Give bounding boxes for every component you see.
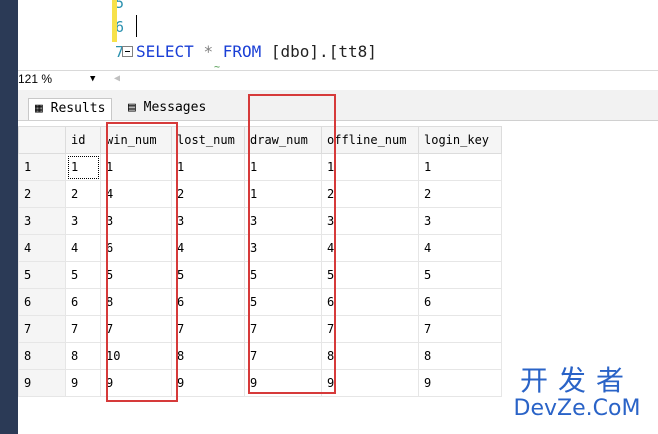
window-edge [0,0,18,434]
row-number-header[interactable] [18,126,66,154]
table-cell[interactable]: 6 [321,288,419,316]
tab-results-label: Results [50,101,106,116]
table-cell[interactable]: 5 [418,261,502,289]
table-cell[interactable]: 4 [65,234,101,262]
column-header-id[interactable]: id [65,126,101,154]
row-number-cell[interactable]: 9 [18,369,66,397]
table-cell[interactable]: 2 [418,180,502,208]
table-cell[interactable]: 5 [171,261,245,289]
sql-statement[interactable]: SELECT * FROM [dbo].[tt8] [136,42,377,61]
site-watermark: 开发者 DevZe.CoM [502,366,652,422]
editor-status-bar: 121 % ▼ ◀ [18,70,658,89]
sql-star: * [203,42,214,61]
table-cell[interactable]: 2 [65,180,101,208]
line-number: 5 [114,0,124,12]
table-cell[interactable]: 2 [171,180,245,208]
table-cell[interactable]: 1 [321,153,419,181]
row-number-cell[interactable]: 6 [18,288,66,316]
row-number-cell[interactable]: 4 [18,234,66,262]
table-cell[interactable]: 9 [418,369,502,397]
grid-icon: ▦ [35,101,43,116]
sql-keyword: FROM [222,42,262,61]
watermark-cn-text: 开发者 [519,364,634,397]
query-editor[interactable]: 5 6 7 SELECT * FROM [dbo].[tt8] ~ [18,0,658,73]
tab-messages[interactable]: ▤ Messages [122,98,212,120]
column-header-lost-num[interactable]: lost_num [171,126,245,154]
table-cell[interactable]: 8 [418,342,502,370]
table-cell[interactable]: 7 [418,315,502,343]
chevron-down-icon[interactable]: ▼ [90,74,95,84]
column-header-login-key[interactable]: login_key [418,126,502,154]
table-cell[interactable]: 6 [65,288,101,316]
tab-results[interactable]: ▦ Results [28,98,113,120]
table-cell[interactable]: 4 [171,234,245,262]
line-number: 7 [114,43,124,61]
table-cell[interactable]: 7 [65,315,101,343]
table-cell[interactable]: 3 [418,207,502,235]
row-number-cell[interactable]: 7 [18,315,66,343]
table-cell[interactable]: 3 [171,207,245,235]
table-cell[interactable]: 4 [418,234,502,262]
row-number-cell[interactable]: 8 [18,342,66,370]
table-cell[interactable]: 1 [418,153,502,181]
row-number-cell[interactable]: 5 [18,261,66,289]
table-cell[interactable]: 7 [321,315,419,343]
table-cell[interactable]: 6 [171,288,245,316]
table-cell[interactable]: 9 [321,369,419,397]
row-number-cell[interactable]: 3 [18,207,66,235]
watermark-en-text: DevZe.CoM [513,396,641,421]
table-cell[interactable]: 1 [65,153,101,181]
table-cell[interactable]: 3 [65,207,101,235]
table-cell[interactable]: 2 [321,180,419,208]
table-cell[interactable]: 8 [65,342,101,370]
scroll-left-icon[interactable]: ◀ [114,73,120,84]
table-cell[interactable]: 5 [321,261,419,289]
messages-icon: ▤ [128,100,136,115]
table-cell[interactable]: 5 [65,261,101,289]
highlight-box-draw-num [248,94,336,394]
results-tab-bar: ▦ Results ▤ Messages [18,90,658,121]
highlight-box-win-num [106,122,178,402]
table-cell[interactable]: 3 [321,207,419,235]
table-cell[interactable]: 7 [171,315,245,343]
sql-table-name: [dbo].[tt8] [270,42,377,61]
tab-messages-label: Messages [143,100,207,115]
table-cell[interactable]: 6 [418,288,502,316]
row-number-cell[interactable]: 1 [18,153,66,181]
table-cell[interactable]: 9 [65,369,101,397]
row-number-cell[interactable]: 2 [18,180,66,208]
table-cell[interactable]: 4 [321,234,419,262]
text-caret [136,15,137,37]
collapse-icon[interactable] [122,46,133,57]
table-cell[interactable]: 9 [171,369,245,397]
line-number: 6 [114,18,124,36]
zoom-level[interactable]: 121 % [18,72,52,86]
change-tracking-bar [112,0,117,42]
column-header-offline-num[interactable]: offline_num [321,126,419,154]
table-cell[interactable]: 8 [321,342,419,370]
table-cell[interactable]: 1 [171,153,245,181]
sql-keyword: SELECT [136,42,194,61]
table-cell[interactable]: 8 [171,342,245,370]
